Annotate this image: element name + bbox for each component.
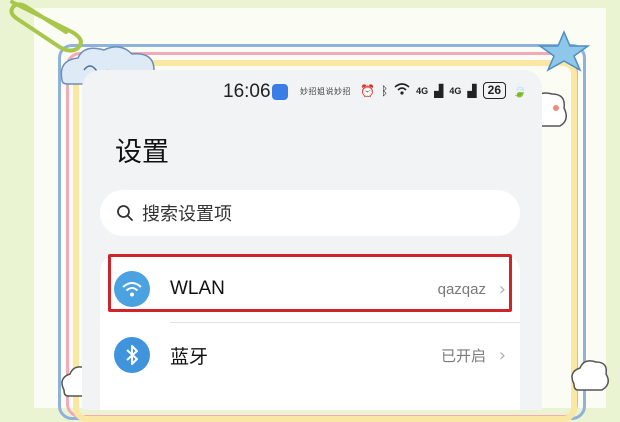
wlan-highlight-box (108, 254, 512, 312)
settings-item-bluetooth[interactable]: 蓝牙 已开启 › (100, 324, 520, 386)
settings-screen: 16:06 妙招姐说妙招 ⏰ ᛒ 4G ▟ 4G ▟ 26 🍃 设置 搜索设置项 (82, 70, 542, 410)
signal-4g-icon: 4G (449, 85, 462, 96)
page-title: 设置 (115, 137, 169, 168)
app-notification-icon (272, 84, 288, 100)
star-icon (538, 30, 590, 72)
charging-leaf-icon: 🍃 (512, 83, 527, 98)
search-bar[interactable]: 搜索设置项 (100, 190, 520, 236)
status-app-text: 妙招姐说妙招 (300, 87, 351, 96)
settings-item-label: 蓝牙 (170, 346, 209, 368)
status-bar: 16:06 妙招姐说妙招 ⏰ ᛒ 4G ▟ 4G ▟ 26 🍃 (82, 78, 542, 106)
bluetooth-status-icon: ᛒ (380, 83, 389, 98)
chevron-right-icon: › (498, 344, 506, 366)
status-icons: ⏰ ᛒ 4G ▟ 4G ▟ 26 🍃 (360, 82, 527, 99)
signal-bars-icon: ▟ (434, 83, 444, 98)
alarm-icon: ⏰ (360, 83, 375, 98)
status-time: 16:06 (223, 81, 271, 102)
settings-item-value: 已开启 (440, 347, 486, 365)
search-placeholder: 搜索设置项 (142, 204, 232, 225)
battery-indicator: 26 (482, 82, 507, 99)
signal-4g-icon: 4G (416, 85, 429, 96)
signal-bars-icon: ▟ (467, 83, 477, 98)
row-divider (170, 322, 520, 323)
search-icon (117, 205, 133, 221)
wifi-status-icon (394, 83, 410, 98)
bluetooth-icon (114, 337, 150, 373)
cloud-doodle-icon (571, 360, 609, 391)
